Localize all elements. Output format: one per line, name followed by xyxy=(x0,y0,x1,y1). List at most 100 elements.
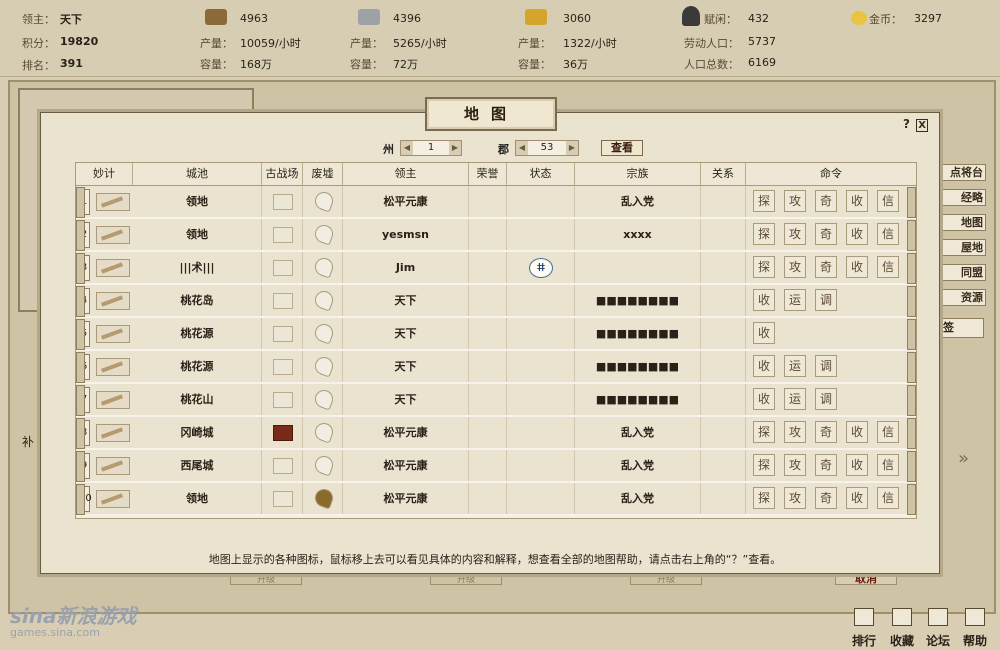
jun-stepper[interactable]: ◀ 53 ▶ xyxy=(515,140,579,156)
lord-name[interactable]: 天下 xyxy=(343,285,469,316)
lord-name[interactable]: 松平元康 xyxy=(343,450,469,481)
battlefield-icon[interactable] xyxy=(273,392,293,408)
command-button[interactable]: 奇 xyxy=(815,223,837,245)
command-button[interactable]: 奇 xyxy=(815,487,837,509)
command-button[interactable]: 探 xyxy=(753,421,775,443)
battlefield-icon[interactable] xyxy=(273,260,293,276)
city-name[interactable]: 领地 xyxy=(133,219,262,250)
city-name[interactable]: 桃花源 xyxy=(133,318,262,349)
expand-arrows-icon[interactable]: » xyxy=(958,448,969,469)
lord-name[interactable]: 天下 xyxy=(343,318,469,349)
clan-name[interactable]: ■■■■■■■■ xyxy=(575,285,701,316)
clan-name[interactable]: 乱入党 xyxy=(575,186,701,217)
city-name[interactable]: 桃花源 xyxy=(133,351,262,382)
city-name[interactable]: 桃花岛 xyxy=(133,285,262,316)
city-name[interactable]: 西尾城 xyxy=(133,450,262,481)
strategy-scroll-icon[interactable] xyxy=(96,226,130,244)
battlefield-icon[interactable] xyxy=(273,194,293,210)
command-button[interactable]: 探 xyxy=(753,223,775,245)
lord-name[interactable]: Jim xyxy=(343,252,469,283)
command-button[interactable]: 调 xyxy=(815,355,837,377)
battlefield-icon[interactable] xyxy=(273,359,293,375)
lord-name[interactable]: 松平元康 xyxy=(343,186,469,217)
command-button[interactable]: 收 xyxy=(846,454,868,476)
clan-name[interactable]: 乱入党 xyxy=(575,417,701,448)
command-button[interactable]: 收 xyxy=(753,289,775,311)
city-name[interactable]: 桃花山 xyxy=(133,384,262,415)
city-name[interactable]: 冈崎城 xyxy=(133,417,262,448)
command-button[interactable]: 运 xyxy=(784,289,806,311)
command-button[interactable]: 收 xyxy=(753,322,775,344)
clan-name[interactable]: ■■■■■■■■ xyxy=(575,318,701,349)
ranking-button[interactable]: 排行 xyxy=(848,608,880,649)
command-button[interactable]: 收 xyxy=(846,223,868,245)
strategy-scroll-icon[interactable] xyxy=(96,259,130,277)
help-bottom-button[interactable]: 帮助 xyxy=(959,608,991,649)
jun-value[interactable]: 53 xyxy=(530,141,564,155)
command-button[interactable]: 信 xyxy=(877,256,899,278)
command-button[interactable]: 奇 xyxy=(815,256,837,278)
strategy-scroll-icon[interactable] xyxy=(96,193,130,211)
jun-prev-icon[interactable]: ◀ xyxy=(516,141,528,155)
command-button[interactable]: 奇 xyxy=(815,454,837,476)
command-button[interactable]: 攻 xyxy=(784,256,806,278)
strategy-scroll-icon[interactable] xyxy=(96,391,130,409)
clan-name[interactable] xyxy=(575,252,701,283)
side-tab[interactable]: 签 xyxy=(940,318,984,338)
battlefield-icon[interactable] xyxy=(273,458,293,474)
clan-name[interactable]: 乱入党 xyxy=(575,483,701,514)
command-button[interactable]: 攻 xyxy=(784,454,806,476)
command-button[interactable]: 攻 xyxy=(784,421,806,443)
jun-next-icon[interactable]: ▶ xyxy=(566,141,578,155)
command-button[interactable]: 信 xyxy=(877,454,899,476)
clan-name[interactable]: xxxx xyxy=(575,219,701,250)
strategy-scroll-icon[interactable] xyxy=(96,424,130,442)
battlefield-icon[interactable] xyxy=(273,491,293,507)
command-button[interactable]: 奇 xyxy=(815,421,837,443)
command-button[interactable]: 信 xyxy=(877,421,899,443)
clan-name[interactable]: ■■■■■■■■ xyxy=(575,384,701,415)
lord-name[interactable]: yesmsn xyxy=(343,219,469,250)
clan-name[interactable]: 乱入党 xyxy=(575,450,701,481)
battlefield-icon[interactable] xyxy=(273,425,293,441)
battlefield-icon[interactable] xyxy=(273,227,293,243)
city-name[interactable]: |||术||| xyxy=(133,252,262,283)
lord-name[interactable]: 天下 xyxy=(343,351,469,382)
command-button[interactable]: 调 xyxy=(815,388,837,410)
command-button[interactable]: 收 xyxy=(753,388,775,410)
clan-name[interactable]: ■■■■■■■■ xyxy=(575,351,701,382)
favorites-button[interactable]: 收藏 xyxy=(886,608,918,649)
command-button[interactable]: 调 xyxy=(815,289,837,311)
command-button[interactable]: 运 xyxy=(784,355,806,377)
battlefield-icon[interactable] xyxy=(273,326,293,342)
command-button[interactable]: 收 xyxy=(846,256,868,278)
command-button[interactable]: 信 xyxy=(877,487,899,509)
zhou-value[interactable]: 1 xyxy=(415,141,447,155)
zhou-prev-icon[interactable]: ◀ xyxy=(401,141,413,155)
strategy-scroll-icon[interactable] xyxy=(96,325,130,343)
command-button[interactable]: 信 xyxy=(877,190,899,212)
strategy-scroll-icon[interactable] xyxy=(96,292,130,310)
command-button[interactable]: 攻 xyxy=(784,223,806,245)
strategy-scroll-icon[interactable] xyxy=(96,457,130,475)
help-button[interactable]: ? xyxy=(903,117,910,131)
command-button[interactable]: 探 xyxy=(753,487,775,509)
command-button[interactable]: 收 xyxy=(846,190,868,212)
command-button[interactable]: 收 xyxy=(753,355,775,377)
command-button[interactable]: 信 xyxy=(877,223,899,245)
strategy-scroll-icon[interactable] xyxy=(96,490,130,508)
command-button[interactable]: 探 xyxy=(753,454,775,476)
lord-name[interactable]: 天下 xyxy=(343,384,469,415)
command-button[interactable]: 收 xyxy=(846,421,868,443)
command-button[interactable]: 运 xyxy=(784,388,806,410)
lord-name[interactable]: 松平元康 xyxy=(343,483,469,514)
battlefield-icon[interactable] xyxy=(273,293,293,309)
status-icon[interactable]: ⵌ xyxy=(529,258,553,278)
forum-button[interactable]: 论坛 xyxy=(922,608,954,649)
close-icon[interactable]: X xyxy=(916,119,929,132)
lord-name[interactable]: 松平元康 xyxy=(343,417,469,448)
command-button[interactable]: 探 xyxy=(753,190,775,212)
city-name[interactable]: 领地 xyxy=(133,483,262,514)
strategy-scroll-icon[interactable] xyxy=(96,358,130,376)
command-button[interactable]: 收 xyxy=(846,487,868,509)
